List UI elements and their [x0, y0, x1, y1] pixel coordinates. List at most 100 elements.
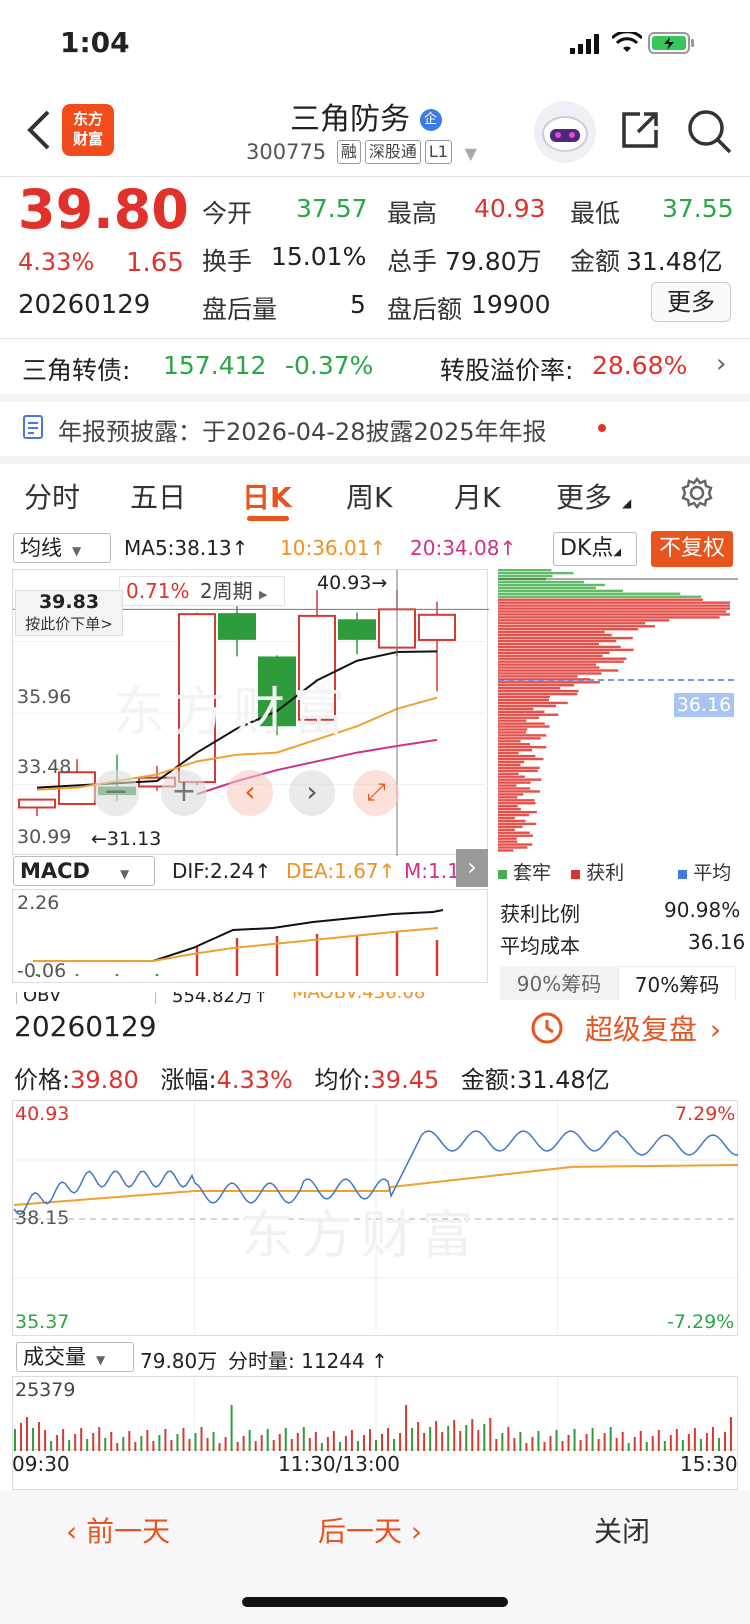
- bond-price: 157.412: [163, 351, 267, 380]
- avg-cost-value: 36.16: [688, 930, 746, 954]
- chip-distribution[interactable]: 36.16: [498, 569, 738, 855]
- tab-five-day[interactable]: 五日: [130, 476, 186, 516]
- search-icon[interactable]: [686, 108, 732, 158]
- volume-select[interactable]: 成交量 ▼: [16, 1342, 134, 1372]
- low-value: 37.55: [662, 194, 734, 223]
- ma20-value: 20:34.08↑: [410, 536, 517, 560]
- home-indicator: [242, 1597, 508, 1607]
- dea-line: [33, 927, 439, 962]
- chip-bar: [498, 633, 612, 637]
- chip-bar: [498, 613, 730, 616]
- intraday-stats: 价格:39.80 涨幅:4.33% 均价:39.45 金额:31.48亿: [14, 1066, 610, 1094]
- dropdown-icon[interactable]: ▼: [465, 144, 477, 163]
- report-icon: [22, 414, 46, 444]
- chip-bar: [498, 574, 553, 578]
- chip-bar: [498, 569, 552, 572]
- macd-canvas: [33, 909, 444, 976]
- chip-bar: [498, 784, 517, 787]
- tag-margin: 融: [336, 140, 361, 164]
- after-volume-label: 盘后量: [202, 295, 278, 324]
- adjust-button[interactable]: 不复权: [651, 531, 733, 567]
- open-value: 37.57: [296, 194, 368, 223]
- expand-side-button[interactable]: ›: [456, 849, 488, 887]
- macd-select[interactable]: MACD ▼: [13, 856, 155, 886]
- bond-row[interactable]: 三角转债: 157.412 -0.37% 转股溢价率: 28.68% ›: [0, 339, 750, 393]
- dk-point-button[interactable]: DK点◢: [553, 532, 637, 566]
- chip-bar: [498, 713, 559, 716]
- chip-bar: [498, 684, 575, 687]
- tab-timeshare[interactable]: 分时: [24, 476, 80, 516]
- share-icon[interactable]: [618, 108, 662, 156]
- tab-month-k[interactable]: 月K: [454, 476, 500, 516]
- avg-cost-tag: 36.16: [674, 693, 734, 717]
- chip-bar: [498, 740, 521, 743]
- chip-bar: [498, 592, 681, 595]
- chip-bar: [498, 598, 703, 601]
- chip-bar: [498, 586, 597, 590]
- low-marker: ←31.13: [91, 828, 162, 850]
- chip-bar: [498, 701, 568, 705]
- obv-select[interactable]: OBV: [16, 992, 156, 1004]
- chip-bar: [498, 825, 523, 829]
- chip-bar: [498, 746, 547, 749]
- chip-bar: [498, 822, 537, 826]
- robot-avatar-icon[interactable]: [534, 101, 596, 163]
- zoom-out-button[interactable]: −: [93, 770, 139, 816]
- tab-week-k[interactable]: 周K: [346, 476, 392, 516]
- chip-bar: [498, 757, 544, 761]
- macd-dif: DIF:2.24↑: [172, 859, 272, 883]
- premium-label: 转股溢价率:: [440, 356, 574, 385]
- chip-bar: [498, 589, 623, 593]
- back-icon[interactable]: [22, 108, 56, 152]
- price-tooltip[interactable]: 39.83 按此价下单>: [15, 590, 123, 636]
- fullscreen-button[interactable]: ⤢: [353, 770, 399, 816]
- chip-bar: [498, 743, 530, 746]
- chip-bar: [498, 695, 550, 699]
- more-button[interactable]: 更多: [651, 282, 731, 322]
- chip-bar: [498, 754, 536, 758]
- settings-gear-icon[interactable]: [680, 476, 714, 514]
- scroll-right-button[interactable]: ›: [289, 770, 335, 816]
- high-label: 最高: [387, 199, 438, 228]
- interval-bar[interactable]: 0.71% 2周期 ▶: [119, 576, 285, 606]
- close-button[interactable]: 关闭: [594, 1510, 650, 1550]
- tab-day-k[interactable]: 日K: [242, 476, 292, 516]
- indicator-select[interactable]: 均线 ▼: [13, 533, 111, 563]
- chip-bar: [498, 669, 619, 672]
- chip-bar: [498, 734, 547, 737]
- intraday-date: 20260129: [14, 1010, 157, 1043]
- next-day-button[interactable]: 后一天 ›: [318, 1510, 422, 1550]
- intraday-watermark: 东方财富: [241, 1206, 482, 1266]
- chip-bar: [498, 630, 605, 634]
- macd-chart[interactable]: 2.26 -0.06: [12, 889, 488, 983]
- chip-bar: [498, 654, 603, 657]
- replay-button[interactable]: 超级复盘 ›: [528, 1008, 721, 1048]
- change-pct: 4.33%: [18, 248, 95, 276]
- tab-active-indicator: [247, 516, 289, 521]
- zoom-in-button[interactable]: +: [161, 770, 207, 816]
- intraday-chart[interactable]: 东方财富 40.93 38.15 35.37 7.29% -7.29%: [12, 1100, 739, 1337]
- candle-body: [338, 619, 376, 640]
- chip-bar: [498, 728, 528, 731]
- stock-code: 300775: [246, 140, 327, 164]
- scroll-left-button[interactable]: ‹: [227, 770, 273, 816]
- history-icon: [528, 1012, 575, 1046]
- ma10-value: 10:36.01↑: [280, 536, 387, 560]
- volume-chart[interactable]: 25379: [12, 1376, 738, 1451]
- tab-more[interactable]: 更多: [556, 476, 612, 516]
- obv-value: 554.82万↑: [172, 992, 269, 1004]
- volume-value: 79.80万: [445, 247, 542, 276]
- notice-row[interactable]: 年报预披露：于2026-04-28披露2025年年报: [0, 402, 750, 454]
- chip-bar: [498, 648, 634, 652]
- chip-bar: [498, 787, 531, 790]
- prev-day-button[interactable]: ‹ 前一天: [66, 1510, 170, 1550]
- interval-period: 2周期: [199, 579, 253, 603]
- premium-value: 28.68%: [592, 351, 688, 380]
- chip-bar: [498, 802, 536, 805]
- kline-chart[interactable]: 东方财富 35.96 33.48 30.99 40.93→ ←31.13 0.7…: [12, 569, 489, 856]
- after-amount-value: 19900: [471, 290, 551, 319]
- chip-bar: [498, 805, 518, 808]
- interval-pct: 0.71%: [126, 579, 190, 603]
- chip-bar: [498, 625, 656, 628]
- chip-bar: [498, 799, 535, 802]
